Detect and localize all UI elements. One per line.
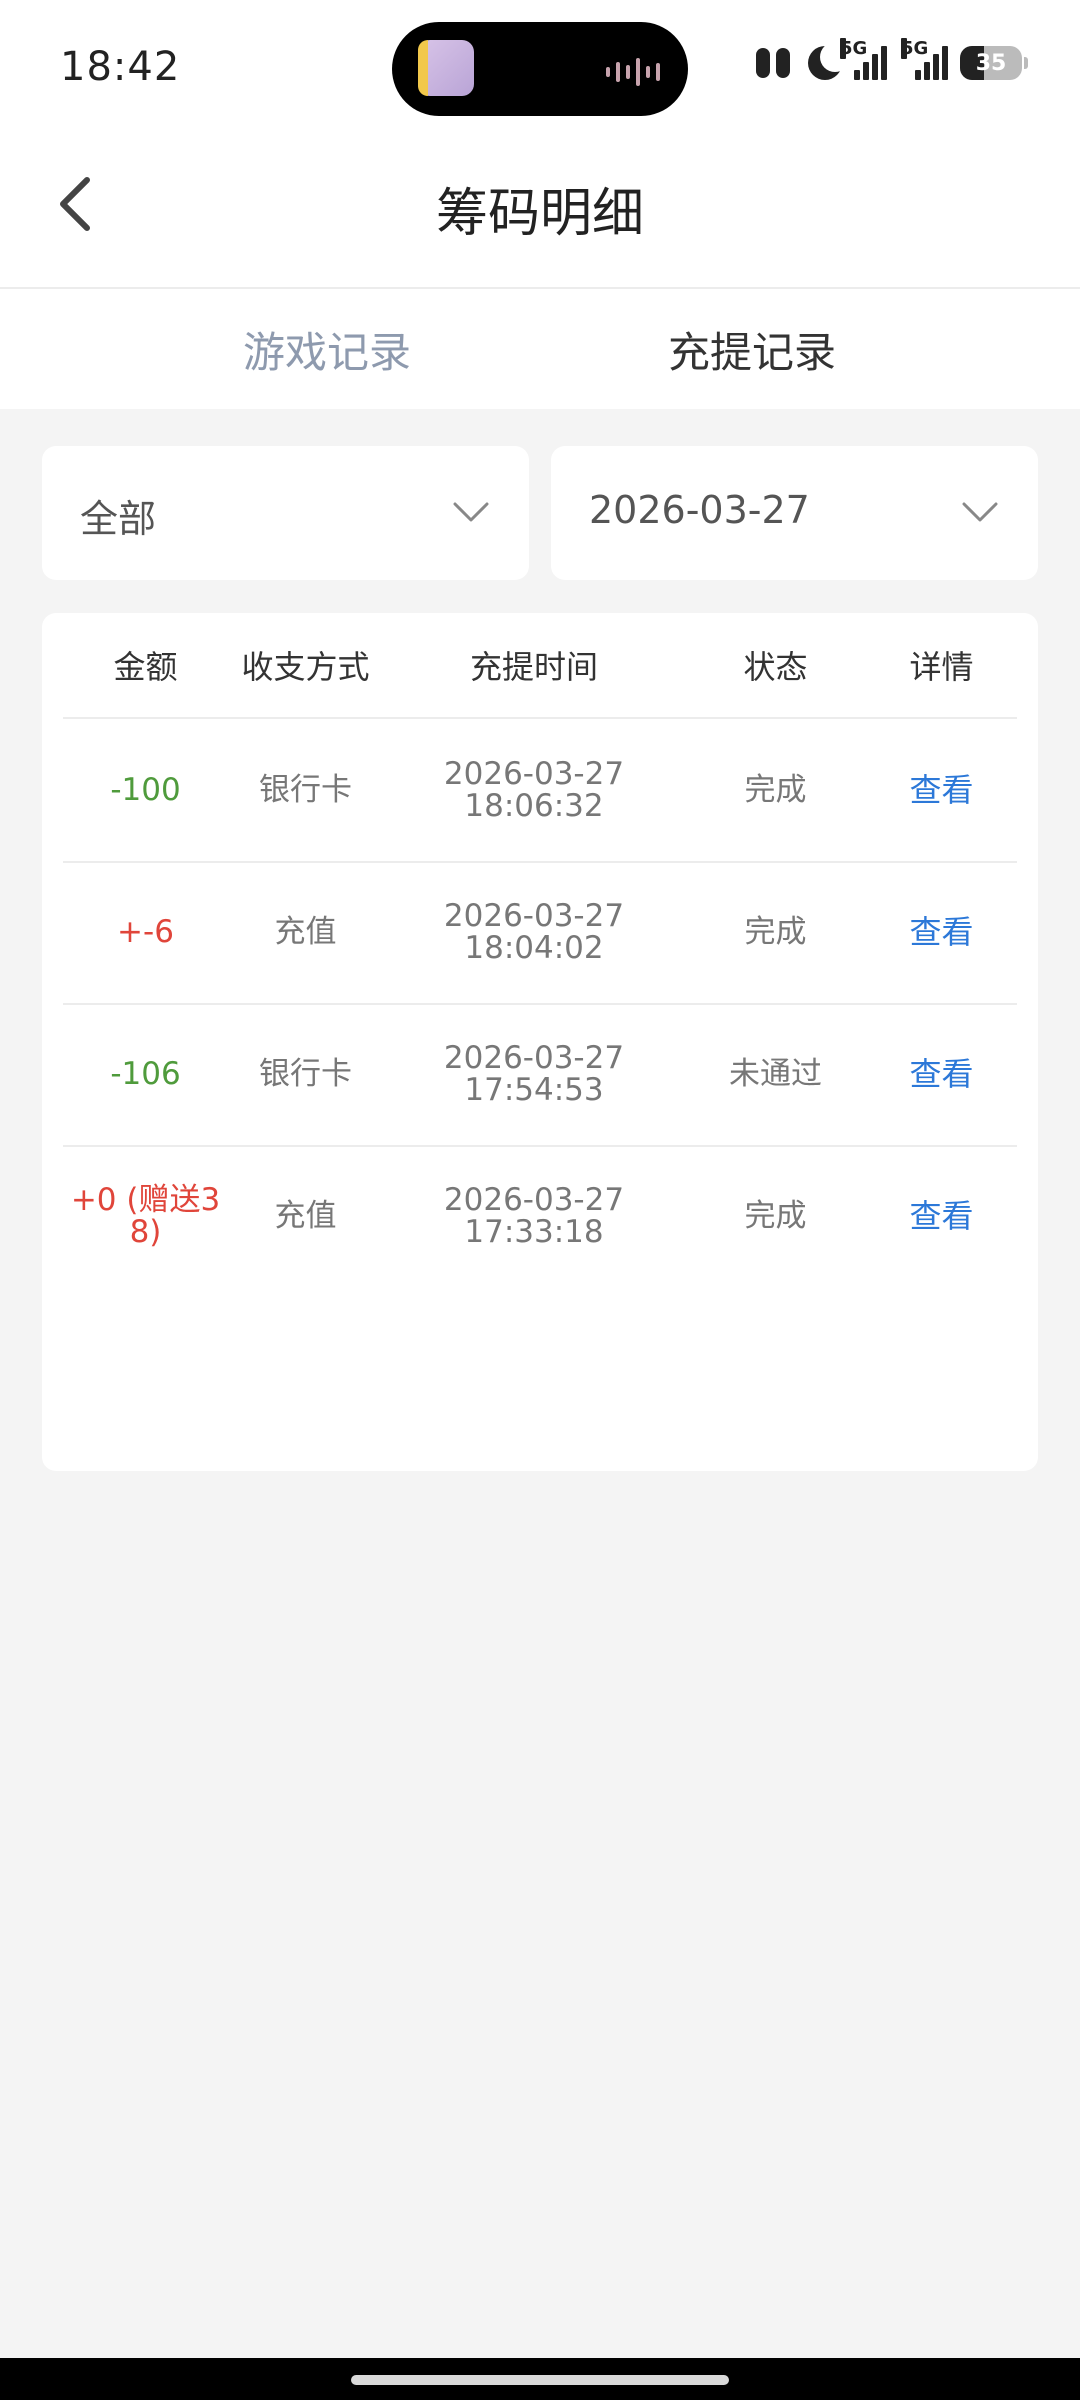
table-header: 金额 收支方式 充提时间 状态 详情 [63,613,1017,719]
row-date: 2026-03-27 [443,1040,625,1076]
network-type-label-2: 5G [901,38,929,59]
row-datetime: 2026-03-27 18:06:32 [383,719,685,861]
type-filter-select[interactable]: 全部 [42,446,529,580]
row-datetime: 2026-03-27 17:33:18 [383,1145,685,1287]
column-header-method: 收支方式 [241,648,370,686]
chevron-down-icon [453,502,489,522]
column-header-time: 充提时间 [469,648,598,686]
table-row: -106 银行卡 2026-03-27 17:54:53 未通过 查看 [63,1003,1017,1147]
battery-icon: 35 [960,46,1028,80]
earbuds-icon [752,46,796,80]
chevron-down-icon [962,502,998,522]
row-method: 充值 [274,914,337,950]
tab-game-records[interactable]: 游戏记录 [243,319,411,380]
row-status: 完成 [744,1198,807,1234]
row-date: 2026-03-27 [443,898,625,934]
row-amount-line2: 8) [129,1214,162,1250]
table-row: -100 银行卡 2026-03-27 18:06:32 完成 查看 [63,719,1017,863]
tab-bar: 游戏记录 充提记录 [0,289,1080,409]
row-time: 18:06:32 [464,788,604,824]
dynamic-island[interactable] [392,22,688,116]
do-not-disturb-icon [808,42,850,80]
row-amount: +-6 [117,914,174,950]
row-amount: -100 [110,772,181,808]
row-time: 18:04:02 [464,930,604,966]
home-indicator[interactable] [351,2375,729,2385]
row-time: 17:33:18 [464,1214,604,1250]
row-time: 17:54:53 [464,1072,604,1108]
records-table: 金额 收支方式 充提时间 状态 详情 -100 银行卡 2026-03-27 1… [42,613,1038,1471]
app-header: 筹码明细 [0,135,1080,289]
row-date: 2026-03-27 [443,1182,625,1218]
status-time: 18:42 [60,44,181,90]
row-view-link[interactable]: 查看 [866,1003,1017,1145]
table-row: +0 (赠送3 8) 充值 2026-03-27 17:33:18 完成 查看 [63,1145,1017,1287]
row-datetime: 2026-03-27 18:04:02 [383,861,685,1003]
row-status: 完成 [744,914,807,950]
audio-wave-icon [606,58,660,86]
signal-2-icon: 5G [901,38,948,80]
row-method: 银行卡 [259,772,352,808]
table-row: +-6 充值 2026-03-27 18:04:02 完成 查看 [63,861,1017,1005]
system-icons: 5G 5G 35 [752,38,1028,80]
row-view-link[interactable]: 查看 [866,1145,1017,1287]
tab-deposit-withdraw-records[interactable]: 充提记录 [668,319,836,380]
type-filter-value: 全部 [80,497,157,541]
network-type-label: 5G [840,38,868,59]
media-thumbnail-icon [418,40,474,96]
row-amount: +0 (赠送3 8) [63,1145,228,1287]
row-view-link[interactable]: 查看 [866,861,1017,1003]
row-view-link[interactable]: 查看 [866,719,1017,861]
row-status: 完成 [744,772,807,808]
column-header-amount: 金额 [113,648,178,686]
status-bar: 18:42 5G 5G 35 [0,0,1080,135]
column-header-detail: 详情 [909,648,974,686]
column-header-status: 状态 [743,648,808,686]
row-status: 未通过 [729,1056,822,1092]
battery-level: 35 [975,50,1007,76]
row-method: 充值 [274,1198,337,1234]
date-filter-select[interactable]: 2026-03-27 [551,446,1038,580]
row-datetime: 2026-03-27 17:54:53 [383,1003,685,1145]
date-filter-value: 2026-03-27 [589,488,810,532]
row-amount: -106 [110,1056,181,1092]
row-amount-line1: +0 (赠送3 [70,1182,221,1218]
row-date: 2026-03-27 [443,756,625,792]
signal-1-icon: 5G [840,38,887,80]
page-title: 筹码明细 [435,184,644,244]
row-method: 银行卡 [259,1056,352,1092]
